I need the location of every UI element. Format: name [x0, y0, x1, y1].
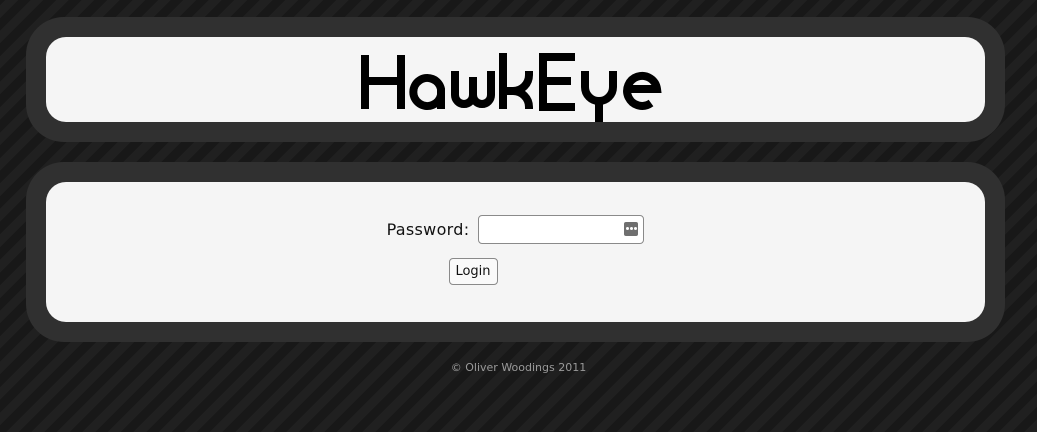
password-input[interactable]	[478, 214, 645, 244]
logo	[46, 37, 985, 122]
password-label: Password:	[386, 219, 470, 239]
header-frame	[26, 17, 1005, 142]
password-input-wrap	[478, 214, 645, 244]
key-dots-icon[interactable]	[624, 221, 639, 236]
copyright-footer: © Oliver Woodings 2011	[450, 361, 587, 374]
hawkeye-logo	[360, 53, 662, 122]
header-panel	[46, 37, 985, 122]
login-frame: Password: Login	[26, 162, 1005, 342]
password-row: Password:	[46, 214, 985, 244]
login-panel: Password: Login	[46, 182, 985, 322]
login-button[interactable]: Login	[448, 258, 498, 285]
login-button-row: Login	[46, 258, 985, 285]
